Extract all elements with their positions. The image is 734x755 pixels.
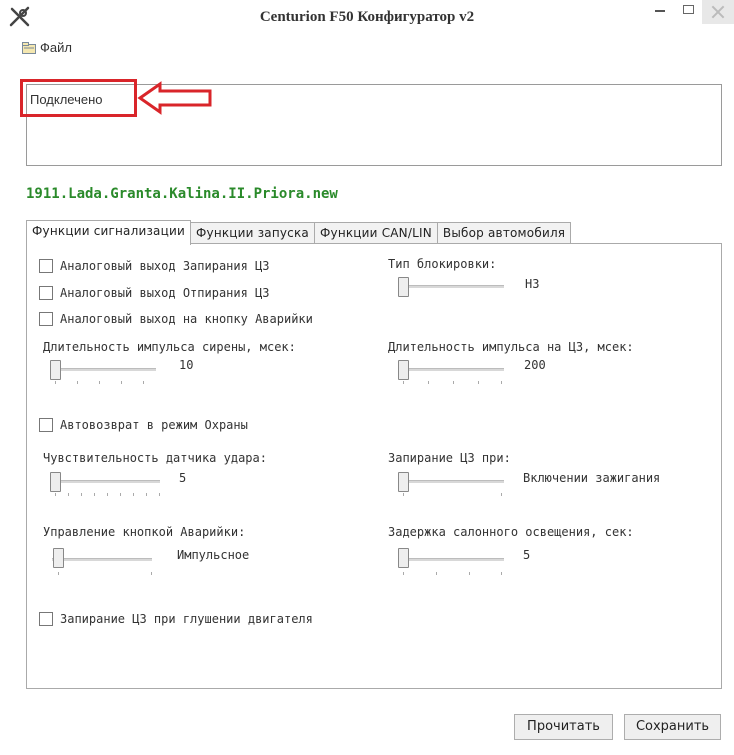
menu-file[interactable]: Файл [22, 40, 72, 55]
lock-pulse-ticks [403, 381, 503, 385]
tab-vehicle-selection[interactable]: Выбор автомобиля [436, 222, 572, 244]
tab-can-lin-functions[interactable]: Функции CAN/LIN [313, 222, 438, 244]
close-button[interactable] [702, 0, 734, 24]
siren-pulse-label: Длительность импульса сирены, мсек: [43, 340, 296, 354]
read-button[interactable]: Прочитать [514, 714, 613, 740]
lock-output-checkbox[interactable] [39, 259, 53, 273]
hazard-control-label: Управление кнопкой Аварийки: [43, 525, 246, 539]
tab-alarm-functions[interactable]: Функции сигнализации [26, 220, 191, 245]
block-type-slider[interactable] [398, 277, 409, 297]
configurator-window: Centurion F50 Конфигуратор v2 Файл Подкл… [0, 0, 734, 755]
lock-on-value: Включении зажигания [523, 471, 661, 485]
siren-pulse-value: 10 [179, 358, 194, 372]
lock-pulse-track [398, 368, 504, 371]
window-title: Centurion F50 Конфигуратор v2 [259, 9, 475, 25]
lock-on-ticks [403, 493, 503, 497]
lock-on-track [398, 480, 504, 483]
minimize-button[interactable] [646, 0, 674, 24]
tab-start-functions[interactable]: Функции запуска [189, 222, 315, 244]
siren-pulse-track [50, 368, 156, 371]
block-type-track [398, 285, 504, 288]
light-delay-label: Задержка салонного освещения, сек: [388, 525, 634, 539]
light-delay-slider[interactable] [398, 548, 409, 568]
unlock-output-checkbox[interactable] [39, 286, 53, 300]
hazard-control-ticks [58, 572, 153, 576]
block-type-value: НЗ [525, 277, 540, 291]
light-delay-value: 5 [523, 548, 531, 562]
annotation-highlight-box [20, 79, 137, 117]
annotation-arrow-icon [137, 81, 212, 115]
vehicle-profile-name: 1911.Lada.Granta.Kalina.II.Priora.new [26, 186, 338, 202]
folder-icon [22, 41, 36, 54]
lock-on-label: Запирание ЦЗ при: [388, 451, 511, 465]
shock-sensitivity-slider[interactable] [50, 472, 61, 492]
lock-pulse-value: 200 [524, 358, 546, 372]
title-bar: Centurion F50 Конфигуратор v2 [0, 0, 734, 36]
lock-output-label: Аналоговый выход Запирания ЦЗ [60, 259, 270, 273]
auto-rearm-label: Автовозврат в режим Охраны [60, 418, 248, 432]
lock-engine-off-checkbox[interactable] [39, 612, 53, 626]
light-delay-ticks [403, 572, 503, 576]
hazard-control-slider[interactable] [53, 548, 64, 568]
shock-sensitivity-ticks [55, 493, 160, 497]
window-controls [646, 0, 734, 28]
shock-sensitivity-track [50, 480, 160, 483]
save-button[interactable]: Сохранить [624, 714, 721, 740]
unlock-output-label: Аналоговый выход Отпирания ЦЗ [60, 286, 270, 300]
lock-pulse-label: Длительность импульса на ЦЗ, мсек: [388, 340, 634, 354]
shock-sensitivity-value: 5 [179, 471, 187, 485]
hazard-control-track [52, 558, 152, 561]
block-type-label: Тип блокировки: [388, 257, 497, 271]
light-delay-track [398, 558, 504, 561]
siren-pulse-ticks [55, 381, 155, 385]
hazard-output-label: Аналоговый выход на кнопку Аварийки [60, 312, 313, 326]
menu-bar: Файл [0, 38, 734, 60]
siren-pulse-slider[interactable] [50, 360, 61, 380]
hazard-output-checkbox[interactable] [39, 312, 53, 326]
lock-pulse-slider[interactable] [398, 360, 409, 380]
menu-file-label: Файл [40, 40, 72, 55]
lock-on-slider[interactable] [398, 472, 409, 492]
tab-bar: Функции сигнализации Функции запуска Фун… [26, 220, 572, 245]
auto-rearm-checkbox[interactable] [39, 418, 53, 432]
lock-engine-off-label: Запирание ЦЗ при глушении двигателя [60, 612, 313, 626]
hazard-control-value: Импульсное [177, 548, 250, 562]
maximize-button[interactable] [674, 0, 702, 24]
shock-sensitivity-label: Чувствительность датчика удара: [43, 451, 267, 465]
